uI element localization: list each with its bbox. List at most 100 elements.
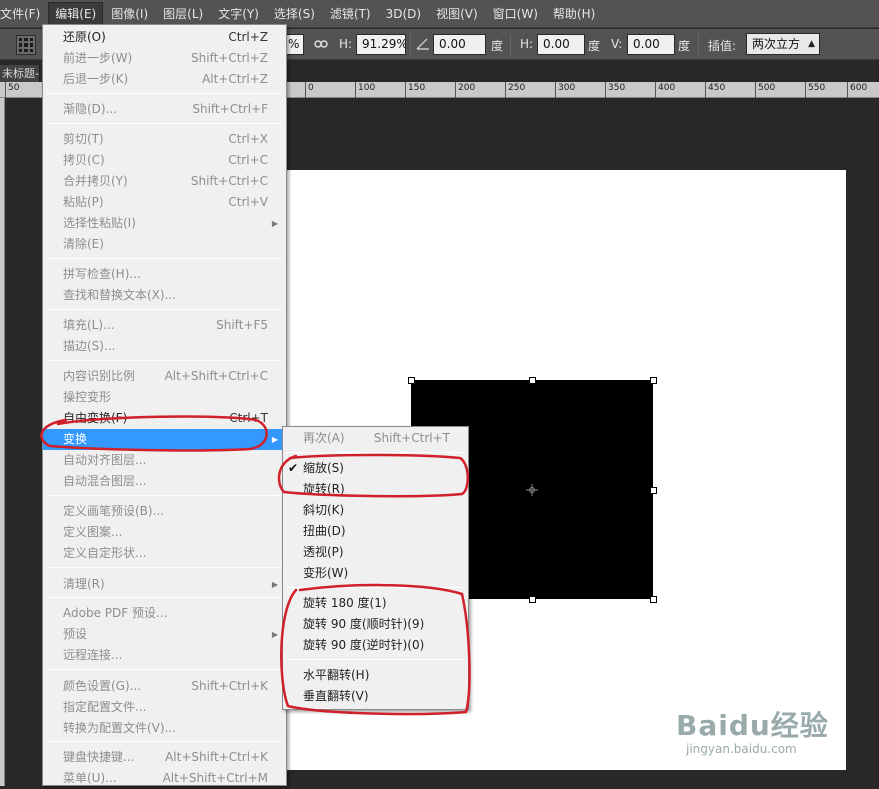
menu-select[interactable]: 选择(S) <box>268 3 321 25</box>
interpolation-value: 两次立方 <box>752 37 801 51</box>
menu-3d[interactable]: 3D(D) <box>380 3 427 25</box>
submenu-item-rotate-90-ccw[interactable]: 旋转 90 度(逆时针)(0) <box>283 635 468 656</box>
submenu-item-flip-horizontal[interactable]: 水平翻转(H) <box>283 665 468 686</box>
menu-divider <box>47 93 282 94</box>
transform-center-icon[interactable] <box>526 484 538 496</box>
submenu-item-warp[interactable]: 变形(W) <box>283 563 468 584</box>
menu-item-convert-to-profile[interactable]: 转换为配置文件(V)... <box>43 718 286 739</box>
watermark-url: jingyan.baidu.com <box>686 742 797 756</box>
menu-divider <box>47 258 282 259</box>
edit-menu: 还原(O) Ctrl+Z 前进一步(W) Shift+Ctrl+Z 后退一步(K) A… <box>42 24 287 786</box>
menu-item-purge[interactable]: 清理(R) ▶ <box>43 574 286 595</box>
menu-item-auto-align-layers[interactable]: 自动对齐图层... <box>43 450 286 471</box>
transform-handle-bottom[interactable] <box>529 596 536 603</box>
menu-item-define-custom-shape[interactable]: 定义自定形状... <box>43 543 286 564</box>
submenu-item-rotate-180[interactable]: 旋转 180 度(1) <box>283 593 468 614</box>
watermark-brand: Baidu经验 <box>676 709 829 742</box>
spinner-arrows-icon: ▲ <box>808 39 815 49</box>
menu-item-assign-profile[interactable]: 指定配置文件... <box>43 697 286 718</box>
rotate-angle-field[interactable]: 0.00 <box>433 34 486 55</box>
menu-item-color-settings[interactable]: 颜色设置(G)... Shift+Ctrl+K <box>43 676 286 697</box>
menu-divider <box>47 741 282 742</box>
menu-item-remote-connections[interactable]: 远程连接... <box>43 645 286 666</box>
menu-item-stroke[interactable]: 描边(S)... <box>43 336 286 357</box>
menu-item-check-spelling[interactable]: 拼写检查(H)... <box>43 264 286 285</box>
menu-item-auto-blend-layers[interactable]: 自动混合图层... <box>43 471 286 492</box>
ruler-tick: 50 <box>5 82 19 98</box>
menu-window[interactable]: 窗口(W) <box>487 3 544 25</box>
submenu-item-skew[interactable]: 斜切(K) <box>283 500 468 521</box>
hskew-unit-label: 度 <box>588 39 601 53</box>
vskew-field[interactable]: 0.00 <box>627 34 675 55</box>
submenu-item-flip-vertical[interactable]: 垂直翻转(V) <box>283 686 468 707</box>
separator <box>698 34 699 55</box>
transform-handle-right[interactable] <box>650 487 657 494</box>
menu-item-clear[interactable]: 清除(E) <box>43 234 286 255</box>
hskew-field[interactable]: 0.00 <box>537 34 585 55</box>
menu-item-find-replace[interactable]: 查找和替换文本(X)... <box>43 285 286 306</box>
ruler-tick: 350 <box>605 82 625 98</box>
transform-handle-top-left[interactable] <box>408 377 415 384</box>
menu-edit[interactable]: 编辑(E) <box>48 1 104 26</box>
menu-item-presets[interactable]: 预设 ▶ <box>43 624 286 645</box>
ruler-tick: 300 <box>555 82 575 98</box>
menu-item-define-pattern[interactable]: 定义图案... <box>43 522 286 543</box>
menu-layer[interactable]: 图层(L) <box>157 3 209 25</box>
submenu-item-distort[interactable]: 扭曲(D) <box>283 521 468 542</box>
submenu-item-rotate-90-cw[interactable]: 旋转 90 度(顺时针)(9) <box>283 614 468 635</box>
height-field[interactable]: 91.29% <box>356 34 406 55</box>
height-label: H: <box>339 37 353 51</box>
ruler-tick: 500 <box>755 82 775 98</box>
menu-divider <box>287 587 464 588</box>
transform-handle-bottom-right[interactable] <box>650 596 657 603</box>
menu-item-step-forward[interactable]: 前进一步(W) Shift+Ctrl+Z <box>43 48 286 69</box>
menu-item-define-brush[interactable]: 定义画笔预设(B)... <box>43 501 286 522</box>
submenu-arrow-icon: ▶ <box>271 630 278 639</box>
transform-submenu: 再次(A) Shift+Ctrl+T ✔ 缩放(S) 旋转(R) 斜切(K) 扭曲(… <box>282 426 469 710</box>
menu-item-copy[interactable]: 拷贝(C) Ctrl+C <box>43 150 286 171</box>
menu-item-paste[interactable]: 粘贴(P) Ctrl+V <box>43 192 286 213</box>
interpolation-select[interactable]: 两次立方 ▲ <box>746 33 820 55</box>
ruler-tick: 200 <box>455 82 475 98</box>
menu-item-fill[interactable]: 填充(L)... Shift+F5 <box>43 315 286 336</box>
menu-divider <box>287 452 464 453</box>
ruler-tick: 400 <box>655 82 675 98</box>
ruler-tick: 150 <box>405 82 425 98</box>
menu-help[interactable]: 帮助(H) <box>547 3 601 25</box>
ruler-tick: 600 <box>847 82 867 98</box>
menu-item-step-backward[interactable]: 后退一步(K) Alt+Ctrl+Z <box>43 69 286 90</box>
menu-item-puppet-warp[interactable]: 操控变形 <box>43 387 286 408</box>
menu-item-undo[interactable]: 还原(O) Ctrl+Z <box>43 27 286 48</box>
submenu-item-again[interactable]: 再次(A) Shift+Ctrl+T <box>283 428 468 449</box>
menu-item-paste-special[interactable]: 选择性粘贴(I) ▶ <box>43 213 286 234</box>
transform-handle-top-right[interactable] <box>650 377 657 384</box>
ruler-tick: 0 <box>305 82 314 98</box>
menu-item-adobe-pdf-presets[interactable]: Adobe PDF 预设... <box>43 603 286 624</box>
submenu-arrow-icon: ▶ <box>271 580 278 589</box>
menu-divider <box>47 123 282 124</box>
submenu-item-rotate[interactable]: 旋转(R) <box>283 479 468 500</box>
submenu-arrow-icon: ▶ <box>271 435 278 444</box>
menu-divider <box>287 659 464 660</box>
menu-file[interactable]: 文件(F) <box>0 3 46 25</box>
menu-filter[interactable]: 滤镜(T) <box>324 3 377 25</box>
ruler-tick: 450 <box>705 82 725 98</box>
menu-item-fade[interactable]: 渐隐(D)... Shift+Ctrl+F <box>43 99 286 120</box>
menu-type[interactable]: 文字(Y) <box>212 3 265 25</box>
submenu-item-perspective[interactable]: 透视(P) <box>283 542 468 563</box>
menu-item-transform[interactable]: 变换 ▶ <box>43 429 286 450</box>
link-icon[interactable] <box>314 38 328 50</box>
separator <box>510 34 511 55</box>
submenu-item-scale[interactable]: ✔ 缩放(S) <box>283 458 468 479</box>
document-tab[interactable]: 未标题- <box>0 65 40 82</box>
menu-divider <box>47 567 282 568</box>
menu-item-cut[interactable]: 剪切(T) Ctrl+X <box>43 129 286 150</box>
menu-image[interactable]: 图像(I) <box>105 3 154 25</box>
menu-item-free-transform[interactable]: 自由变换(F) Ctrl+T <box>43 408 286 429</box>
transform-handle-top[interactable] <box>529 377 536 384</box>
menu-item-keyboard-shortcuts[interactable]: 键盘快捷键... Alt+Shift+Ctrl+K <box>43 747 286 768</box>
menu-item-content-aware-scale[interactable]: 内容识别比例 Alt+Shift+Ctrl+C <box>43 366 286 387</box>
menu-view[interactable]: 视图(V) <box>430 3 484 25</box>
menu-item-copy-merged[interactable]: 合并拷贝(Y) Shift+Ctrl+C <box>43 171 286 192</box>
reference-point-grid-icon[interactable] <box>16 35 36 55</box>
